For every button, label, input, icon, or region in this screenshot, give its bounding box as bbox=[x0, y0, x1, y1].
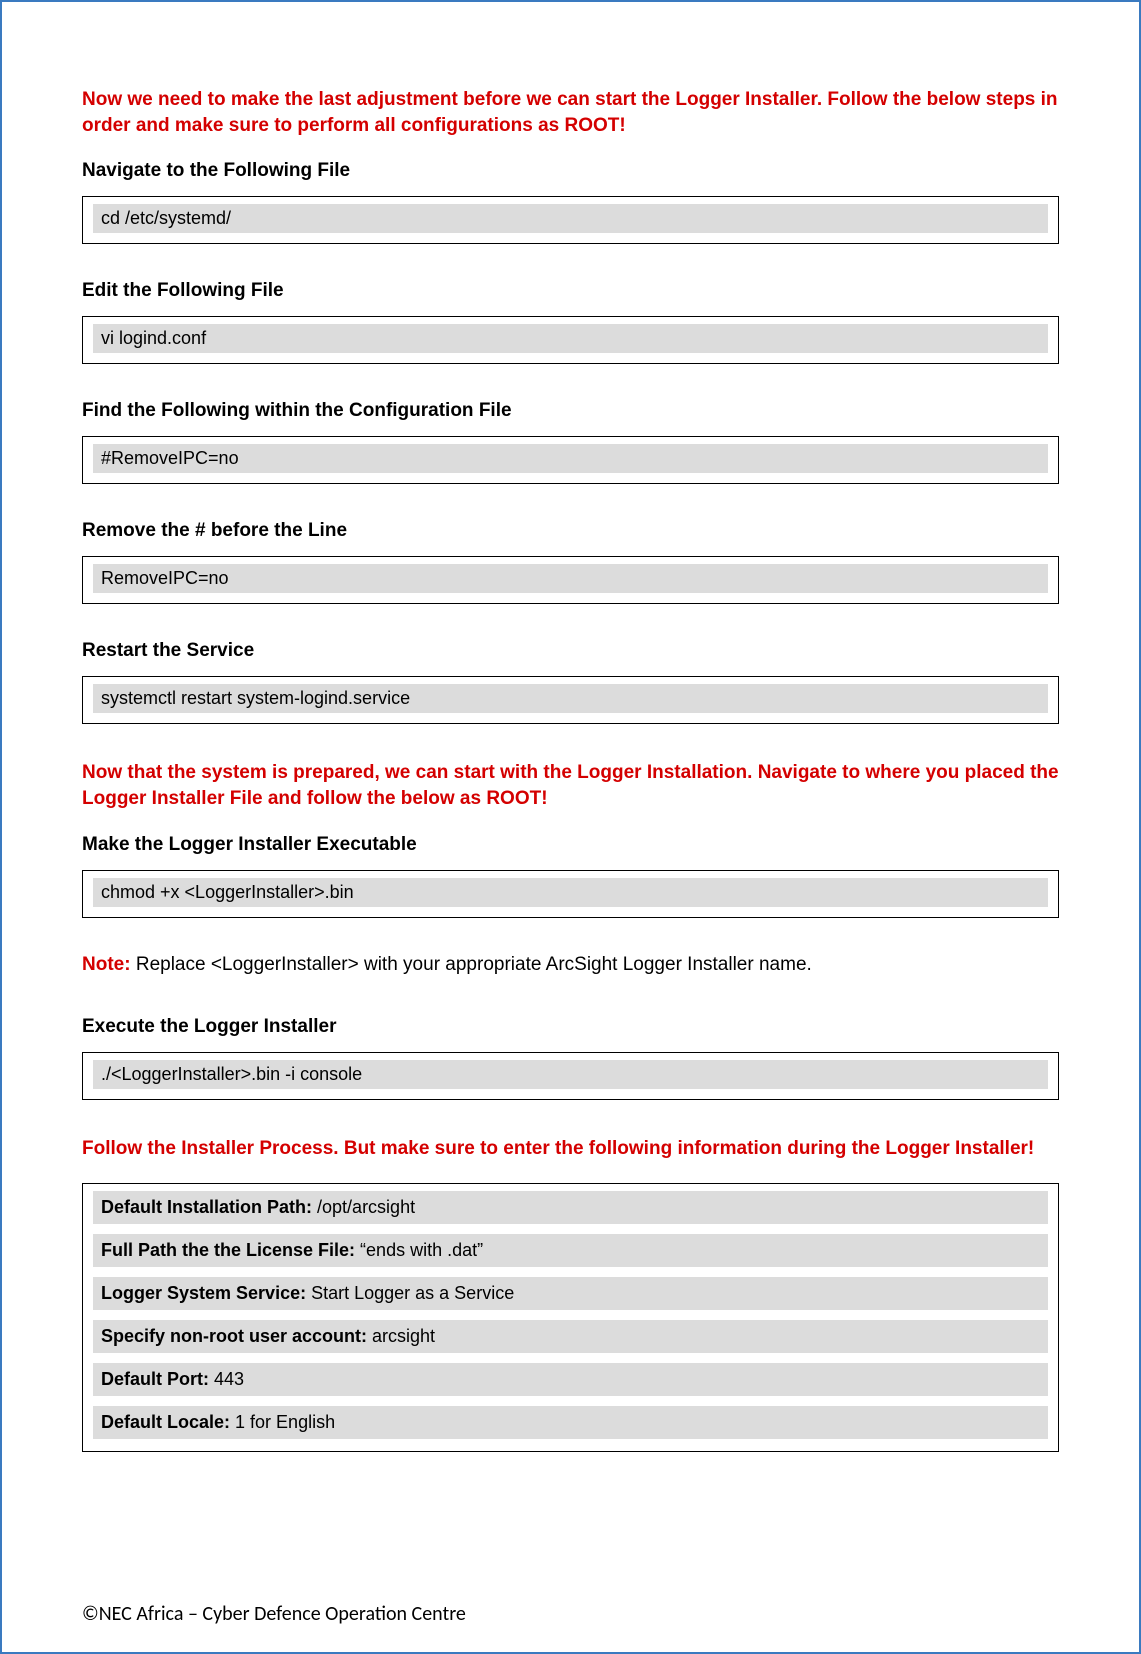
code-text: vi logind.conf bbox=[93, 324, 1048, 353]
info-val: Start Logger as a Service bbox=[311, 1283, 514, 1303]
code-text: systemctl restart system-logind.service bbox=[93, 684, 1048, 713]
exec-heading: Make the Logger Installer Executable bbox=[82, 834, 1059, 856]
info-key: Logger System Service: bbox=[101, 1283, 311, 1303]
step-heading: Find the Following within the Configurat… bbox=[82, 400, 1059, 422]
code-box: vi logind.conf bbox=[82, 316, 1059, 364]
page-footer: ©NEC Africa – Cyber Defence Operation Ce… bbox=[82, 1602, 466, 1626]
step-heading: Restart the Service bbox=[82, 640, 1059, 662]
info-key: Default Port: bbox=[101, 1369, 214, 1389]
info-row: Default Installation Path: /opt/arcsight bbox=[93, 1191, 1048, 1224]
code-text: ./<LoggerInstaller>.bin -i console bbox=[93, 1060, 1048, 1089]
info-key: Default Installation Path: bbox=[101, 1197, 317, 1217]
info-val: “ends with .dat” bbox=[360, 1240, 483, 1260]
code-text: cd /etc/systemd/ bbox=[93, 204, 1048, 233]
code-box: #RemoveIPC=no bbox=[82, 436, 1059, 484]
info-row: Full Path the the License File: “ends wi… bbox=[93, 1234, 1048, 1267]
intro-warning: Now we need to make the last adjustment … bbox=[82, 87, 1059, 138]
install-info-box: Default Installation Path: /opt/arcsight… bbox=[82, 1183, 1059, 1452]
code-text: chmod +x <LoggerInstaller>.bin bbox=[93, 878, 1048, 907]
code-box: systemctl restart system-logind.service bbox=[82, 676, 1059, 724]
info-val: 443 bbox=[214, 1369, 244, 1389]
code-text: #RemoveIPC=no bbox=[93, 444, 1048, 473]
step-heading: Remove the # before the Line bbox=[82, 520, 1059, 542]
info-val: /opt/arcsight bbox=[317, 1197, 415, 1217]
info-key: Specify non-root user account: bbox=[101, 1326, 372, 1346]
info-val: 1 for English bbox=[235, 1412, 335, 1432]
info-row: Logger System Service: Start Logger as a… bbox=[93, 1277, 1048, 1310]
info-row: Default Port: 443 bbox=[93, 1363, 1048, 1396]
code-text: RemoveIPC=no bbox=[93, 564, 1048, 593]
code-box: RemoveIPC=no bbox=[82, 556, 1059, 604]
info-key: Default Locale: bbox=[101, 1412, 235, 1432]
info-row: Specify non-root user account: arcsight bbox=[93, 1320, 1048, 1353]
run-heading: Execute the Logger Installer bbox=[82, 1016, 1059, 1038]
note-text: Replace <LoggerInstaller> with your appr… bbox=[131, 954, 812, 975]
code-box: ./<LoggerInstaller>.bin -i console bbox=[82, 1052, 1059, 1100]
info-key: Full Path the the License File: bbox=[101, 1240, 360, 1260]
code-box: chmod +x <LoggerInstaller>.bin bbox=[82, 870, 1059, 918]
page-content: Now we need to make the last adjustment … bbox=[2, 2, 1139, 1452]
info-row: Default Locale: 1 for English bbox=[93, 1406, 1048, 1439]
step-heading: Navigate to the Following File bbox=[82, 160, 1059, 182]
final-warning: Follow the Installer Process. But make s… bbox=[82, 1136, 1059, 1162]
note-label: Note: bbox=[82, 954, 131, 975]
code-box: cd /etc/systemd/ bbox=[82, 196, 1059, 244]
step-heading: Edit the Following File bbox=[82, 280, 1059, 302]
note-line: Note: Replace <LoggerInstaller> with you… bbox=[82, 954, 1059, 976]
mid-warning: Now that the system is prepared, we can … bbox=[82, 760, 1059, 811]
info-val: arcsight bbox=[372, 1326, 435, 1346]
